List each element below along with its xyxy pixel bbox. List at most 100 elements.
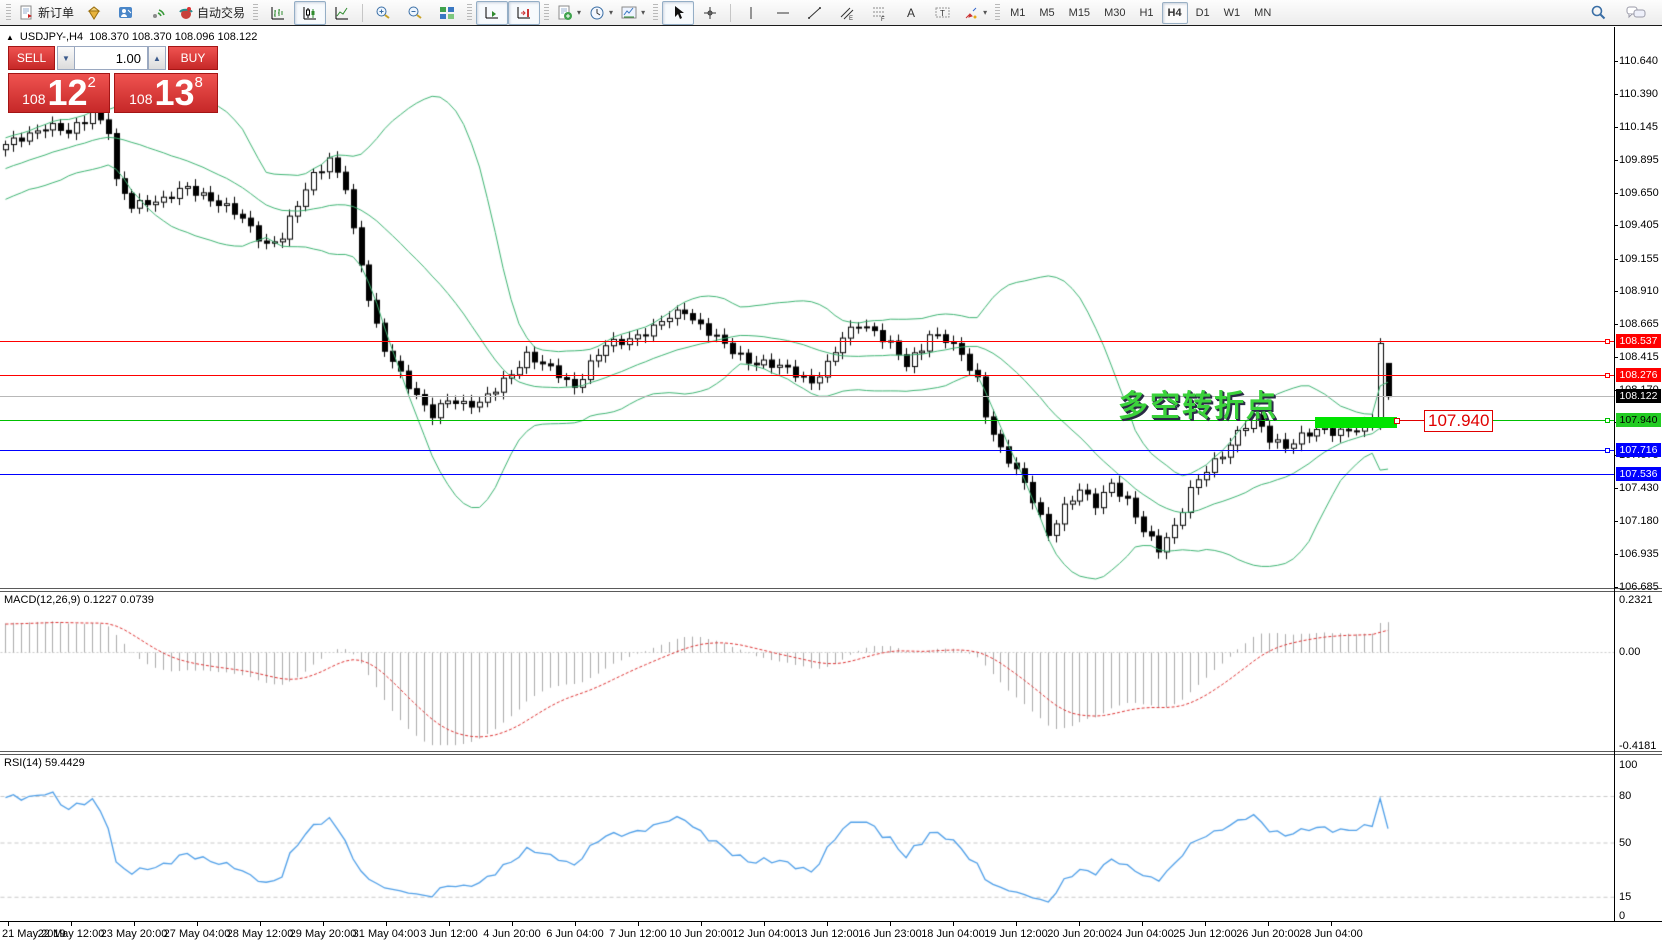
trendline-tool-button[interactable] bbox=[799, 1, 831, 25]
buy-button[interactable]: BUY bbox=[168, 46, 218, 70]
timeframe-button-m15[interactable]: M15 bbox=[1063, 2, 1096, 24]
line-endpoint-marker bbox=[1605, 418, 1610, 423]
periods-button[interactable]: ▾ bbox=[585, 1, 617, 25]
horizontal-price-line[interactable] bbox=[0, 375, 1614, 376]
buy-price-sup: 8 bbox=[195, 76, 203, 90]
signals-button[interactable] bbox=[142, 1, 174, 25]
rsi-canvas[interactable] bbox=[0, 755, 1614, 922]
buy-price-tile[interactable]: 108 13 8 bbox=[114, 73, 218, 113]
crosshair-tool-button[interactable] bbox=[694, 1, 726, 25]
svg-text:F: F bbox=[881, 17, 885, 21]
fibonacci-tool-button[interactable]: F bbox=[863, 1, 895, 25]
sell-price-tile[interactable]: 108 12 2 bbox=[8, 73, 110, 113]
turning-point-annotation[interactable]: 多空转折点 bbox=[1118, 381, 1278, 425]
timeframe-button-m30[interactable]: M30 bbox=[1098, 2, 1131, 24]
funnel-icon bbox=[86, 5, 102, 21]
chart-window: ▲ USDJPY-,H4 108.370 108.370 108.096 108… bbox=[0, 27, 1662, 950]
callout-connector bbox=[1399, 420, 1424, 421]
toolbar-grip bbox=[467, 4, 472, 22]
dropdown-arrow-icon: ▾ bbox=[641, 8, 645, 17]
depth-of-market-button[interactable] bbox=[78, 1, 110, 25]
new-order-button[interactable]: 新订单 bbox=[15, 1, 78, 25]
line-chart-button[interactable] bbox=[326, 1, 358, 25]
trendline-icon bbox=[807, 5, 823, 21]
collapse-icon[interactable]: ▲ bbox=[6, 33, 14, 42]
text-icon: A bbox=[903, 5, 919, 21]
indicators-button[interactable]: ▾ bbox=[553, 1, 585, 25]
chart-shift-button[interactable] bbox=[508, 1, 540, 25]
candlestick-chart-button[interactable] bbox=[294, 1, 326, 25]
toolbar-grip bbox=[995, 4, 1000, 22]
autotrading-button[interactable]: 自动交易 bbox=[174, 1, 249, 25]
time-axis[interactable] bbox=[0, 921, 1662, 950]
candlestick-chart-icon bbox=[302, 5, 318, 21]
templates-button[interactable]: ▾ bbox=[617, 1, 649, 25]
price-axis[interactable] bbox=[1615, 27, 1662, 921]
svg-text:T: T bbox=[940, 9, 945, 18]
toolbar-right bbox=[1582, 1, 1660, 25]
dropdown-arrow-icon: ▾ bbox=[577, 8, 581, 17]
profile-button[interactable] bbox=[110, 1, 142, 25]
toolbar-grip bbox=[253, 4, 258, 22]
timeframe-button-m5[interactable]: M5 bbox=[1033, 2, 1060, 24]
pane-separator[interactable] bbox=[0, 754, 1662, 755]
text-label-tool-button[interactable]: T bbox=[927, 1, 959, 25]
macd-label: MACD(12,26,9) 0.1227 0.0739 bbox=[4, 594, 154, 606]
vertical-line-tool-button[interactable] bbox=[735, 1, 767, 25]
line-endpoint-marker bbox=[1605, 448, 1610, 453]
text-label-icon: T bbox=[935, 5, 951, 21]
pane-separator[interactable] bbox=[0, 591, 1662, 592]
highlight-rectangle[interactable] bbox=[1315, 417, 1397, 428]
horizontal-price-line[interactable] bbox=[0, 341, 1614, 342]
timeframe-button-h4[interactable]: H4 bbox=[1162, 2, 1188, 24]
new-order-label: 新订单 bbox=[38, 4, 74, 21]
chat-icon bbox=[1626, 5, 1646, 21]
macd-canvas[interactable] bbox=[0, 592, 1614, 755]
arrows-icon bbox=[963, 5, 979, 21]
toolbar: 新订单 自动交易 bbox=[0, 0, 1662, 26]
chat-button[interactable] bbox=[1620, 1, 1652, 25]
crosshair-icon bbox=[702, 5, 718, 21]
pane-separator[interactable] bbox=[0, 751, 1662, 752]
auto-scroll-button[interactable] bbox=[476, 1, 508, 25]
chart-ohlc-header: ▲ USDJPY-,H4 108.370 108.370 108.096 108… bbox=[6, 31, 257, 43]
zoom-in-button[interactable] bbox=[367, 1, 399, 25]
bar-chart-button[interactable] bbox=[262, 1, 294, 25]
equidistant-channel-icon: E bbox=[839, 5, 855, 21]
horizontal-price-line[interactable] bbox=[0, 474, 1614, 475]
main-chart-canvas[interactable] bbox=[0, 27, 1614, 592]
volume-decrease-button[interactable]: ▼ bbox=[57, 46, 75, 70]
sell-price-prefix: 108 bbox=[22, 89, 45, 109]
volume-increase-button[interactable]: ▲ bbox=[148, 46, 166, 70]
zoom-in-icon bbox=[375, 5, 391, 21]
search-button[interactable] bbox=[1582, 1, 1614, 25]
timeframe-button-h1[interactable]: H1 bbox=[1133, 2, 1159, 24]
chart-ohlc-values: 108.370 108.370 108.096 108.122 bbox=[89, 31, 257, 43]
zoom-out-button[interactable] bbox=[399, 1, 431, 25]
timeframe-button-w1[interactable]: W1 bbox=[1218, 2, 1247, 24]
toolbar-separator bbox=[362, 4, 363, 22]
timeframe-button-mn[interactable]: MN bbox=[1248, 2, 1277, 24]
volume-input[interactable] bbox=[74, 46, 148, 70]
timeframe-button-m1[interactable]: M1 bbox=[1004, 2, 1031, 24]
text-tool-button[interactable]: A bbox=[895, 1, 927, 25]
buy-price-prefix: 108 bbox=[129, 89, 152, 109]
horizontal-line-tool-button[interactable] bbox=[767, 1, 799, 25]
pane-separator[interactable] bbox=[0, 588, 1662, 589]
chart-title: USDJPY-,H4 bbox=[20, 31, 83, 43]
horizontal-price-line[interactable] bbox=[0, 396, 1614, 397]
sell-price-main: 12 bbox=[47, 77, 87, 109]
equidistant-channel-tool-button[interactable]: E bbox=[831, 1, 863, 25]
arrows-tool-button[interactable]: ▾ bbox=[959, 1, 991, 25]
timeframe-button-d1[interactable]: D1 bbox=[1190, 2, 1216, 24]
cursor-tool-button[interactable] bbox=[662, 1, 694, 25]
tile-windows-button[interactable] bbox=[431, 1, 463, 25]
horizontal-price-line[interactable] bbox=[0, 450, 1614, 451]
price-callout[interactable]: 107.940 bbox=[1424, 410, 1493, 432]
profile-icon bbox=[118, 5, 134, 21]
sell-button[interactable]: SELL bbox=[8, 46, 55, 70]
svg-text:A: A bbox=[907, 6, 915, 20]
dropdown-arrow-icon: ▾ bbox=[609, 8, 613, 17]
rsi-label: RSI(14) 59.4429 bbox=[4, 757, 85, 769]
indicators-icon bbox=[557, 5, 573, 21]
